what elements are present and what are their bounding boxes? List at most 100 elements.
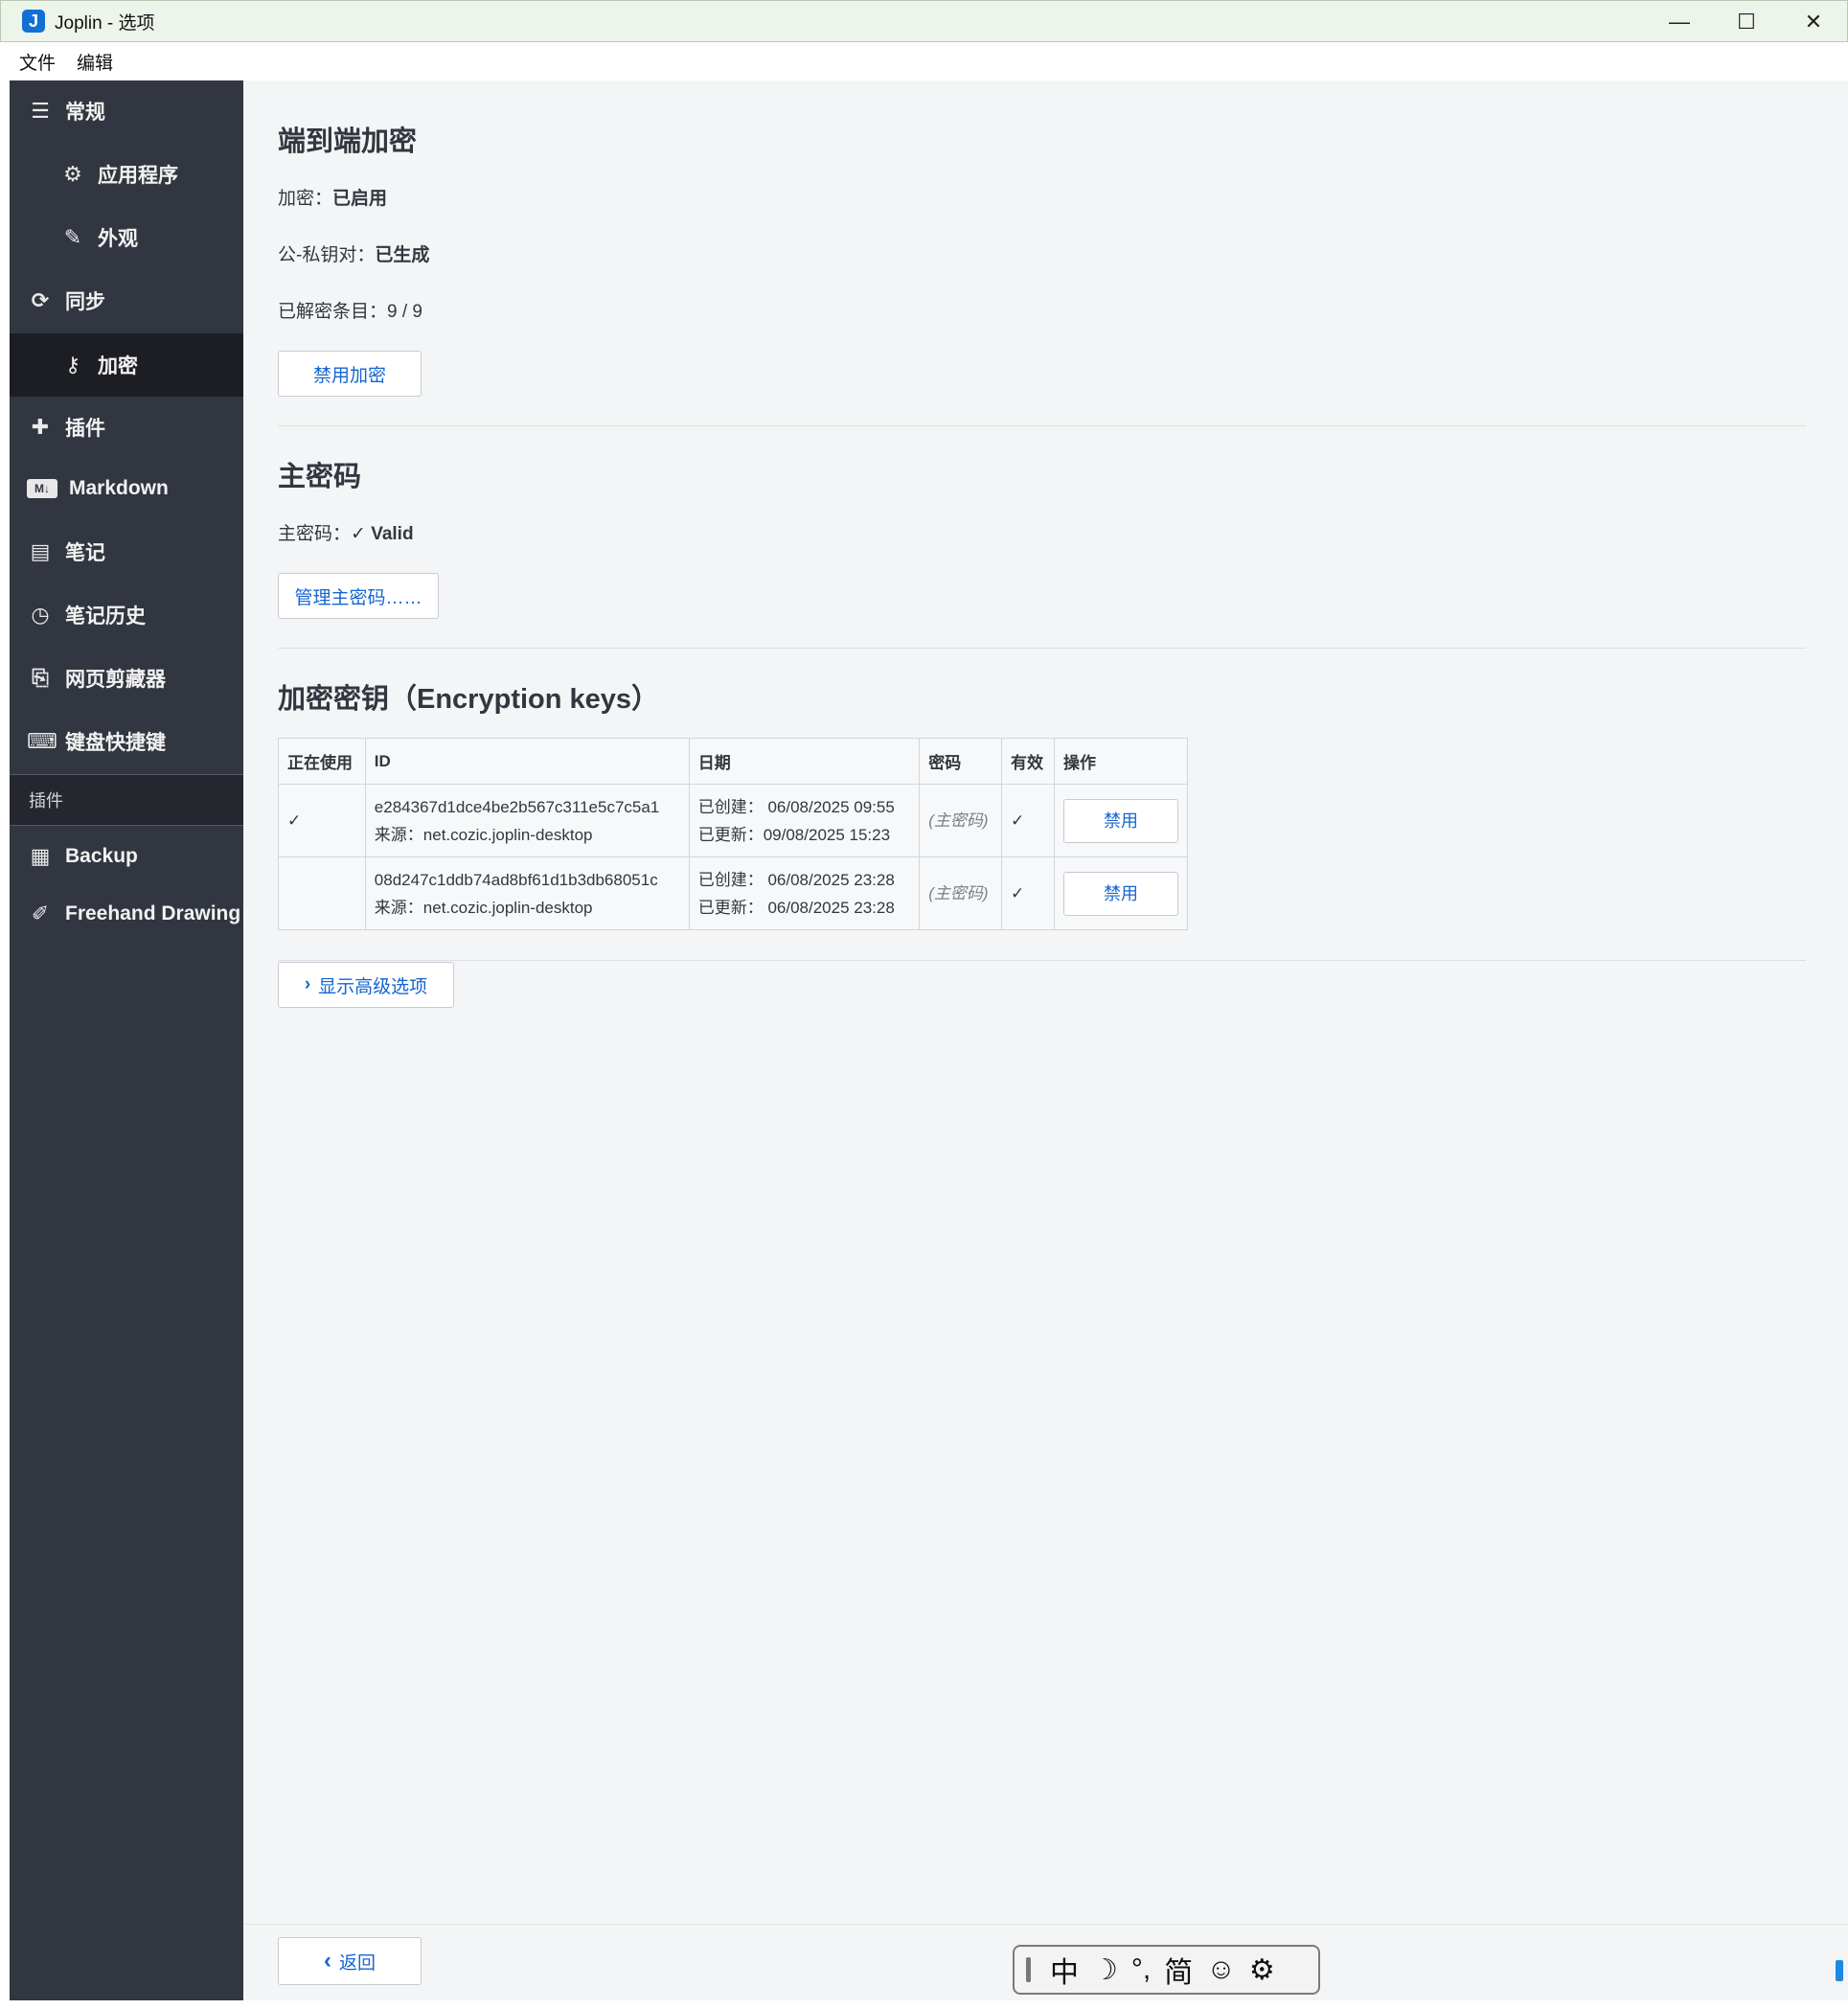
master-password-label: 主密码： <box>278 524 352 544</box>
brush-icon: ✎ <box>63 225 82 249</box>
simplified-toggle[interactable]: 简 <box>1164 1949 1193 1991</box>
valid-cell: ✓ <box>1001 856 1055 930</box>
action-cell: 禁用 <box>1053 856 1189 930</box>
sliders-icon: ☰ <box>31 99 50 123</box>
sidebar-item-freehand-drawing[interactable]: ✐ Freehand Drawing <box>10 883 243 945</box>
title-bar: J Joplin - 选项 — ☐ ✕ <box>0 0 1848 42</box>
note-icon: ▤ <box>30 539 51 563</box>
sidebar-item-plugins[interactable]: ✚ 插件 <box>10 397 243 458</box>
encryption-status-label: 加密： <box>278 189 333 209</box>
key-icon: ⚷ <box>64 353 81 377</box>
ime-drag-handle[interactable] <box>1026 1957 1031 1982</box>
valid-cell: ✓ <box>1001 784 1055 857</box>
encryption-status-value: 已启用 <box>332 189 388 209</box>
column-header-password: 密码 <box>919 738 1003 785</box>
decrypted-items-value: 9 / 9 <box>387 302 422 322</box>
sidebar-item-web-clipper[interactable]: ⎘ 网页剪藏器 <box>10 648 243 709</box>
manage-master-password-button[interactable]: 管理主密码…… <box>278 573 439 619</box>
key-source: 来源：net.cozic.joplin-desktop <box>374 898 593 917</box>
action-cell: 禁用 <box>1053 784 1189 857</box>
disable-key-button[interactable]: 禁用 <box>1062 871 1178 916</box>
table-header-row: 正在使用 ID 日期 密码 有效 操作 <box>278 738 1189 785</box>
column-header-in-use: 正在使用 <box>278 738 366 785</box>
keyboard-icon: ⌨ <box>27 729 57 753</box>
column-header-action: 操作 <box>1053 738 1189 785</box>
keypair-status-value: 已生成 <box>375 245 430 265</box>
minimize-button[interactable]: — <box>1646 1 1713 43</box>
master-password-status: 主密码：✓ Valid <box>278 519 414 545</box>
sidebar-item-sync[interactable]: ⟳ 同步 <box>10 270 243 331</box>
joplin-logo-icon: J <box>22 10 45 33</box>
password-cell: (主密码) <box>919 784 1003 857</box>
sidebar-item-label: 应用程序 <box>98 165 178 187</box>
history-icon: ◷ <box>31 603 50 627</box>
chevron-left-icon: ‹ <box>323 1948 331 1974</box>
footer-divider <box>243 1924 1848 1925</box>
sidebar-item-label: 插件 <box>65 418 105 440</box>
column-header-date: 日期 <box>688 738 921 785</box>
sidebar-item-label: Markdown <box>69 477 169 499</box>
column-header-valid: 有效 <box>1001 738 1055 785</box>
puzzle-icon: ✚ <box>31 415 50 439</box>
keypair-status-label: 公-私钥对： <box>278 245 376 265</box>
close-button[interactable]: ✕ <box>1780 1 1847 43</box>
settings-main-panel: 端到端加密 加密：已启用 公-私钥对：已生成 已解密条目：9 / 9 禁用加密 … <box>243 80 1848 2000</box>
back-button-label: 返回 <box>338 1952 376 1974</box>
emoji-icon[interactable]: ☺ <box>1206 1953 1236 1986</box>
sidebar-item-label: 网页剪藏器 <box>65 669 166 691</box>
show-advanced-options-label: 显示高级选项 <box>318 976 428 997</box>
moon-icon[interactable]: ☽ <box>1092 1953 1118 1987</box>
column-header-id: ID <box>364 738 690 785</box>
markdown-icon: M↓ <box>27 479 57 498</box>
decrypted-items-status: 已解密条目：9 / 9 <box>278 297 422 323</box>
sidebar-item-note-history[interactable]: ◷ 笔记历史 <box>10 584 243 646</box>
sidebar-item-encryption[interactable]: ⚷ 加密 <box>10 333 243 397</box>
key-updated: 已更新： 06/08/2025 23:28 <box>697 898 895 917</box>
sidebar-item-label: 笔记历史 <box>65 605 146 628</box>
master-password-value: ✓ Valid <box>351 524 414 544</box>
gear-icon: ⚙ <box>63 162 82 186</box>
menu-file[interactable]: 文件 <box>19 49 56 75</box>
sidebar-item-label: 常规 <box>65 102 105 124</box>
id-cell: e284367d1dce4be2b567c311e5c7c5a1 来源：net.… <box>364 784 690 857</box>
back-button[interactable]: ‹ 返回 <box>278 1937 422 1985</box>
decrypted-items-label: 已解密条目： <box>278 302 388 322</box>
punctuation-toggle[interactable]: °, <box>1131 1953 1151 1986</box>
sidebar-item-appearance[interactable]: ✎ 外观 <box>10 207 243 268</box>
sidebar-section-plugins: 插件 <box>10 774 243 826</box>
settings-sidebar: ☰ 常规 ⚙ 应用程序 ✎ 外观 ⟳ 同步 ⚷ 加密 ✚ 插件 M↓ Markd… <box>10 80 243 2000</box>
table-row: ✓ e284367d1dce4be2b567c311e5c7c5a1 来源：ne… <box>278 784 1189 857</box>
sidebar-item-markdown[interactable]: M↓ Markdown <box>10 458 243 519</box>
sidebar-item-general[interactable]: ☰ 常规 <box>10 80 243 142</box>
window-controls: — ☐ ✕ <box>1646 1 1847 43</box>
chevron-right-icon: › <box>304 974 311 994</box>
key-id: e284367d1dce4be2b567c311e5c7c5a1 <box>374 797 660 816</box>
in-use-cell: ✓ <box>278 784 366 857</box>
settings-gear-icon[interactable]: ⚙ <box>1249 1953 1275 1987</box>
scroll-indicator <box>1836 1960 1843 1981</box>
ime-toolbar: 中 ☽ °, 简 ☺ ⚙ <box>1013 1945 1320 1995</box>
sidebar-item-backup[interactable]: ▦ Backup <box>10 826 243 887</box>
e2ee-heading: 端到端加密 <box>278 126 418 157</box>
menu-edit[interactable]: 编辑 <box>77 49 113 75</box>
ime-mode-toggle[interactable]: 中 <box>1050 1949 1079 1991</box>
maximize-button[interactable]: ☐ <box>1713 1 1780 43</box>
encryption-status: 加密：已启用 <box>278 184 387 210</box>
in-use-cell <box>278 856 366 930</box>
window-title: Joplin - 选项 <box>55 12 155 34</box>
sidebar-item-application[interactable]: ⚙ 应用程序 <box>10 144 243 205</box>
key-source: 来源：net.cozic.joplin-desktop <box>374 825 593 844</box>
disable-encryption-button[interactable]: 禁用加密 <box>278 351 422 397</box>
menu-bar: 文件 编辑 <box>0 42 1848 80</box>
archive-icon: ▦ <box>30 844 51 868</box>
sidebar-item-note[interactable]: ▤ 笔记 <box>10 521 243 582</box>
table-row: 08d247c1ddb74ad8bf61d1b3db68051c 来源：net.… <box>278 856 1189 930</box>
disable-key-button[interactable]: 禁用 <box>1062 798 1178 843</box>
sidebar-item-label: 加密 <box>98 355 138 377</box>
show-advanced-options-button[interactable]: › 显示高级选项 <box>278 962 454 1008</box>
sidebar-item-keyboard-shortcuts[interactable]: ⌨ 键盘快捷键 <box>10 711 243 772</box>
key-created: 已创建： 06/08/2025 23:28 <box>697 870 895 889</box>
sidebar-item-label: Backup <box>65 845 138 867</box>
sidebar-item-label: 外观 <box>98 228 138 250</box>
encryption-keys-table: 正在使用 ID 日期 密码 有效 操作 ✓ e284367d1dce4be2b5… <box>278 738 1189 930</box>
